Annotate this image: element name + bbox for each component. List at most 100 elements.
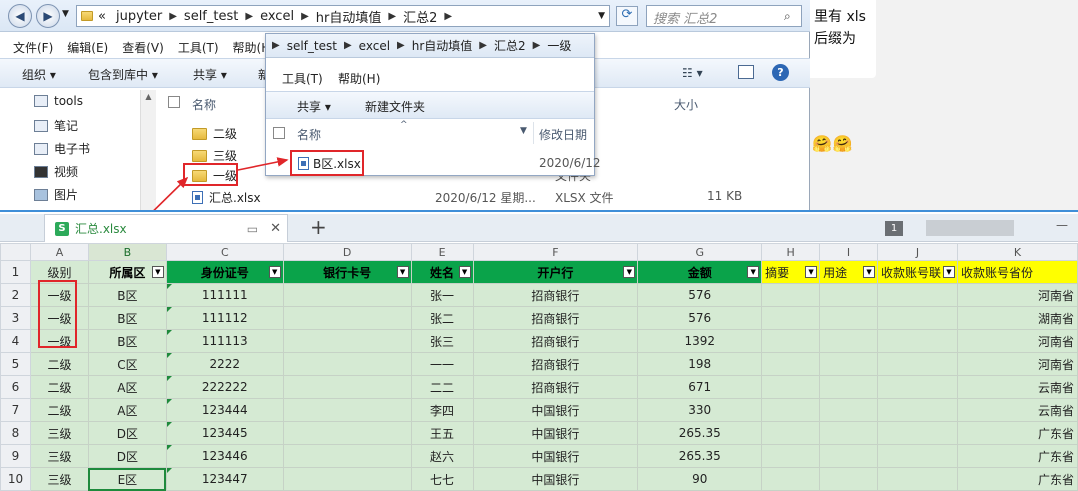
row-number[interactable]: 10: [0, 467, 31, 491]
table-cell[interactable]: 576: [637, 283, 763, 307]
table-cell[interactable]: 一一: [410, 352, 474, 376]
table-cell[interactable]: 中国银行: [472, 398, 639, 422]
table-cell[interactable]: [761, 306, 821, 330]
col-letter[interactable]: D: [282, 243, 412, 261]
table-cell[interactable]: [282, 352, 412, 376]
filter-dropdown-icon[interactable]: ▼: [805, 266, 818, 278]
table-cell[interactable]: B区: [87, 306, 167, 330]
row-number[interactable]: 1: [0, 260, 31, 284]
header-cell[interactable]: 所属区 ▼: [87, 260, 167, 284]
table-cell[interactable]: [819, 306, 879, 330]
col-letter[interactable]: G: [637, 243, 763, 261]
table-cell[interactable]: 330: [637, 398, 763, 422]
table-cell[interactable]: [282, 375, 412, 399]
table-cell[interactable]: 123446: [165, 444, 284, 468]
row-number[interactable]: 2: [0, 283, 31, 307]
table-cell[interactable]: D区: [87, 421, 167, 445]
col-letter[interactable]: B: [87, 243, 167, 261]
filter-dropdown-icon[interactable]: ▼: [863, 266, 876, 278]
table-cell[interactable]: [282, 283, 412, 307]
filter-dropdown-icon[interactable]: ▼: [268, 266, 281, 278]
row-number[interactable]: 4: [0, 329, 31, 353]
col-letter[interactable]: F: [472, 243, 639, 261]
table-cell[interactable]: [877, 306, 958, 330]
row-number[interactable]: 8: [0, 421, 31, 445]
row-number[interactable]: 5: [0, 352, 31, 376]
header-cell[interactable]: 收款账号省份: [956, 260, 1078, 284]
table-cell[interactable]: [819, 444, 879, 468]
table-cell[interactable]: [282, 306, 412, 330]
close-icon[interactable]: ✕: [270, 221, 281, 236]
table-cell[interactable]: 二级: [29, 352, 89, 376]
col-letter[interactable]: H: [761, 243, 821, 261]
table-cell[interactable]: [877, 467, 958, 491]
table-cell[interactable]: 张二: [410, 306, 474, 330]
table-cell[interactable]: 招商银行: [472, 306, 639, 330]
table-cell[interactable]: [761, 329, 821, 353]
table-cell[interactable]: A区: [87, 375, 167, 399]
table-cell[interactable]: E区: [87, 467, 167, 491]
table-cell[interactable]: [282, 421, 412, 445]
table-cell[interactable]: C区: [87, 352, 167, 376]
table-cell[interactable]: [819, 283, 879, 307]
col-letter[interactable]: I: [819, 243, 879, 261]
header-cell[interactable]: 开户行 ▼: [472, 260, 639, 284]
row-number[interactable]: 7: [0, 398, 31, 422]
table-cell[interactable]: 1392: [637, 329, 763, 353]
filter-dropdown-icon[interactable]: ▼: [747, 266, 760, 278]
table-cell[interactable]: 中国银行: [472, 444, 639, 468]
header-cell[interactable]: 银行卡号 ▼: [282, 260, 412, 284]
table-cell[interactable]: [282, 444, 412, 468]
table-cell[interactable]: [877, 398, 958, 422]
header-cell[interactable]: 身份证号 ▼: [165, 260, 284, 284]
table-cell[interactable]: [761, 444, 821, 468]
table-cell[interactable]: 招商银行: [472, 283, 639, 307]
table-cell[interactable]: 赵六: [410, 444, 474, 468]
table-cell[interactable]: 111112: [165, 306, 284, 330]
table-cell[interactable]: 222222: [165, 375, 284, 399]
table-cell[interactable]: 张三: [410, 329, 474, 353]
table-cell[interactable]: 广东省: [956, 444, 1078, 468]
table-cell[interactable]: [761, 421, 821, 445]
table-cell[interactable]: 招商银行: [472, 352, 639, 376]
table-cell[interactable]: [877, 329, 958, 353]
table-cell[interactable]: 河南省: [956, 329, 1078, 353]
table-cell[interactable]: 111113: [165, 329, 284, 353]
row-number[interactable]: 9: [0, 444, 31, 468]
col-letter[interactable]: C: [165, 243, 284, 261]
table-cell[interactable]: [819, 421, 879, 445]
filter-dropdown-icon[interactable]: ▼: [458, 266, 471, 278]
table-cell[interactable]: 二级: [29, 398, 89, 422]
table-cell[interactable]: B区: [87, 283, 167, 307]
table-cell[interactable]: 123447: [165, 467, 284, 491]
table-cell[interactable]: 三级: [29, 467, 89, 491]
row-number[interactable]: 6: [0, 375, 31, 399]
table-cell[interactable]: 张一: [410, 283, 474, 307]
table-cell[interactable]: 111111: [165, 283, 284, 307]
table-cell[interactable]: 三级: [29, 444, 89, 468]
table-cell[interactable]: 七七: [410, 467, 474, 491]
table-cell[interactable]: [819, 329, 879, 353]
header-cell[interactable]: 金额 ▼: [637, 260, 763, 284]
user-account-area[interactable]: [926, 220, 1014, 236]
table-cell[interactable]: 招商银行: [472, 375, 639, 399]
table-cell[interactable]: 云南省: [956, 375, 1078, 399]
header-cell[interactable]: 收款账号联 ▼: [877, 260, 958, 284]
page-badge[interactable]: 1: [885, 221, 903, 236]
table-cell[interactable]: 王五: [410, 421, 474, 445]
table-cell[interactable]: 576: [637, 306, 763, 330]
filter-dropdown-icon[interactable]: ▼: [623, 266, 636, 278]
header-cell[interactable]: 用途 ▼: [819, 260, 879, 284]
table-cell[interactable]: [877, 375, 958, 399]
filter-dropdown-icon[interactable]: ▼: [151, 266, 164, 278]
filter-dropdown-icon[interactable]: ▼: [396, 266, 409, 278]
table-cell[interactable]: 李四: [410, 398, 474, 422]
table-cell[interactable]: 123445: [165, 421, 284, 445]
header-cell[interactable]: 摘要 ▼: [761, 260, 821, 284]
table-cell[interactable]: [877, 444, 958, 468]
add-tab-button[interactable]: +: [310, 215, 327, 239]
table-cell[interactable]: 198: [637, 352, 763, 376]
table-cell[interactable]: [761, 375, 821, 399]
table-cell[interactable]: 广东省: [956, 467, 1078, 491]
minimize-icon[interactable]: —: [1056, 218, 1068, 232]
